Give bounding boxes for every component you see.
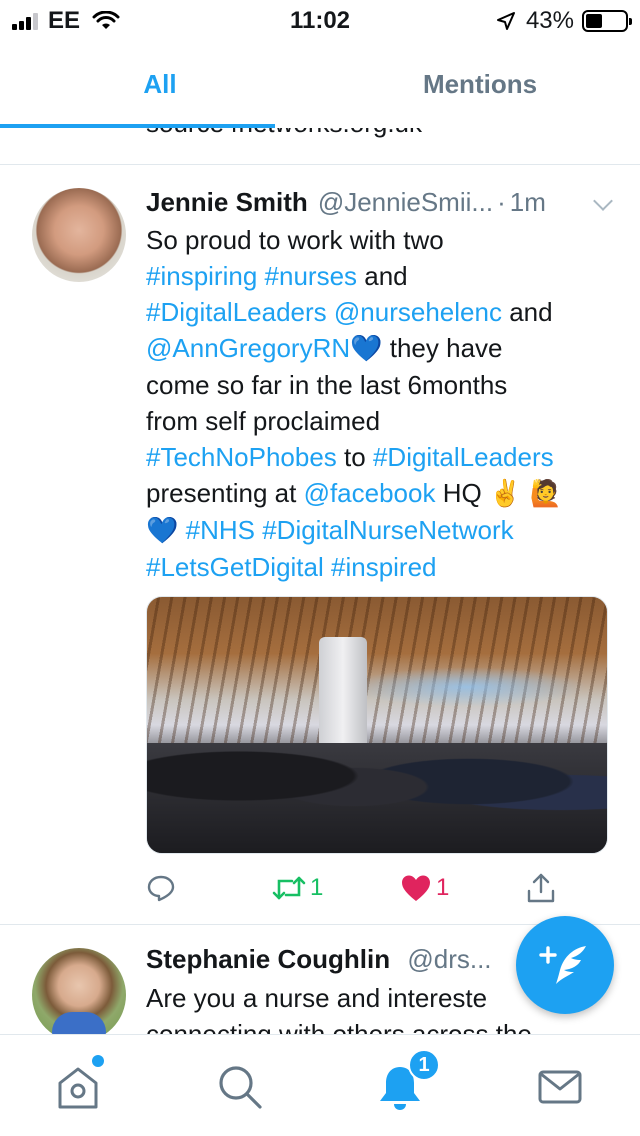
tweet-text-segment: presenting at <box>146 478 304 508</box>
tweet-author-name[interactable]: Jennie Smith <box>146 187 308 218</box>
emoji: 💙 <box>146 516 179 546</box>
tweet-text-line: #LetsGetDigital #inspired <box>146 549 616 585</box>
tweet-text-segment <box>257 261 264 291</box>
bottom-navigation: 1 <box>0 1034 640 1136</box>
retweet-count: 1 <box>310 874 324 901</box>
tweet-text: So proud to work with two #inspiring #nur… <box>146 222 616 585</box>
share-icon <box>527 873 555 903</box>
mail-icon <box>538 1070 582 1104</box>
hashtag-link[interactable]: #DigitalLeaders <box>373 442 554 472</box>
tweet-text-segment: HQ <box>435 478 489 508</box>
tweet-text-line: come so far in the last 6months <box>146 367 616 403</box>
avatar[interactable] <box>32 188 126 282</box>
tweet-text-segment <box>327 297 334 327</box>
media-pillar <box>319 637 367 757</box>
location-arrow-icon <box>496 12 515 30</box>
retweet-button[interactable]: 1 <box>272 866 323 910</box>
media-audience <box>147 743 607 853</box>
notification-badge: 1 <box>408 1049 440 1081</box>
hashtag-link[interactable]: #inspiring <box>146 261 257 291</box>
notification-tabs: All Mentions <box>0 40 640 128</box>
tweet-author-handle[interactable]: @drs... <box>407 944 491 974</box>
mention-link[interactable]: @nursehelenc <box>334 297 502 327</box>
tweet-text-segment: So proud to work with two <box>146 225 444 255</box>
battery-percent: 43% <box>525 7 574 34</box>
share-button[interactable] <box>526 866 556 910</box>
nav-notifications[interactable]: 1 <box>374 1049 440 1113</box>
hashtag-link[interactable]: #NHS <box>186 515 255 545</box>
active-tab-indicator <box>0 124 275 128</box>
hashtag-link[interactable]: #DigitalLeaders <box>146 297 327 327</box>
divider <box>0 164 640 165</box>
tab-mentions[interactable]: Mentions <box>320 40 640 128</box>
tweet-text-line: #DigitalLeaders @nursehelenc and <box>146 294 616 330</box>
home-icon <box>58 1067 98 1109</box>
tweet-text-line: #TechNoPhobes to #DigitalLeaders <box>146 439 616 475</box>
tweet-text-segment: they have <box>382 333 503 363</box>
search-icon <box>219 1066 262 1109</box>
tweet-text-segment: and <box>357 261 408 291</box>
reply-button[interactable] <box>146 866 180 910</box>
nav-home[interactable] <box>52 1055 104 1113</box>
reply-icon <box>147 875 175 902</box>
media-light-glow <box>347 667 587 707</box>
tweet-text-line: #inspiring #nurses and <box>146 258 616 294</box>
tab-all[interactable]: All <box>0 40 320 128</box>
tweet-header: Jennie Smith @JennieSmii... · 1m <box>146 184 616 220</box>
emoji: ✌️ 🙋 <box>488 479 562 509</box>
tweet-separator: · <box>497 186 506 217</box>
tweet-text-segment <box>178 515 185 545</box>
heart-icon <box>402 875 430 901</box>
retweet-icon <box>272 876 306 900</box>
hashtag-link[interactable]: #TechNoPhobes <box>146 442 337 472</box>
tweet-media-image[interactable] <box>146 596 608 854</box>
battery-fill <box>586 14 603 28</box>
tweet-header: Stephanie Coughlin @drs... <box>146 944 492 975</box>
tweet-timestamp: 1m <box>509 186 546 217</box>
nav-search[interactable] <box>214 1061 266 1113</box>
mention-link[interactable]: @facebook <box>304 478 436 508</box>
emoji: 💙 <box>350 334 383 364</box>
avatar[interactable] <box>32 948 126 1042</box>
tweet-text-line: presenting at @facebook HQ ✌️ 🙋 <box>146 475 616 512</box>
tweet-text-line: So proud to work with two <box>146 222 616 258</box>
tweet-text-line: @AnnGregoryRN 💙 they have <box>146 330 616 367</box>
tweet-text-segment: and <box>501 297 553 327</box>
tweet-author-name[interactable]: Stephanie Coughlin <box>146 944 390 974</box>
hashtag-link[interactable]: #DigitalNurseNetwork <box>262 515 513 545</box>
like-count: 1 <box>436 874 450 901</box>
new-content-dot <box>92 1055 104 1067</box>
tweet-text-line: 💙 #NHS #DigitalNurseNetwork <box>146 512 616 549</box>
tweet-text-segment: from self proclaimed <box>146 406 381 436</box>
tweet-actions: 1 1 <box>146 866 616 910</box>
hashtag-link[interactable]: #nurses <box>265 261 358 291</box>
compose-feather-icon <box>539 946 586 984</box>
compose-tweet-button[interactable] <box>516 916 614 1014</box>
mention-link[interactable]: @AnnGregoryRN <box>146 333 350 363</box>
battery-icon <box>582 10 632 32</box>
status-right: 43% <box>496 7 632 35</box>
chevron-down-icon[interactable] <box>593 191 613 211</box>
tweet-text-segment: to <box>336 442 373 472</box>
hashtag-link[interactable]: #LetsGetDigital <box>146 552 324 582</box>
nav-messages[interactable] <box>534 1061 586 1113</box>
tweet-text-line: from self proclaimed <box>146 403 616 439</box>
status-bar: EE 11:02 43% <box>0 0 640 40</box>
tweet-text-segment <box>324 552 331 582</box>
tweet-author-handle[interactable]: @JennieSmii... <box>318 187 493 218</box>
tweet-text-segment: come so far in the last 6months <box>146 370 508 400</box>
like-button[interactable]: 1 <box>400 866 449 910</box>
hashtag-link[interactable]: #inspired <box>331 552 437 582</box>
